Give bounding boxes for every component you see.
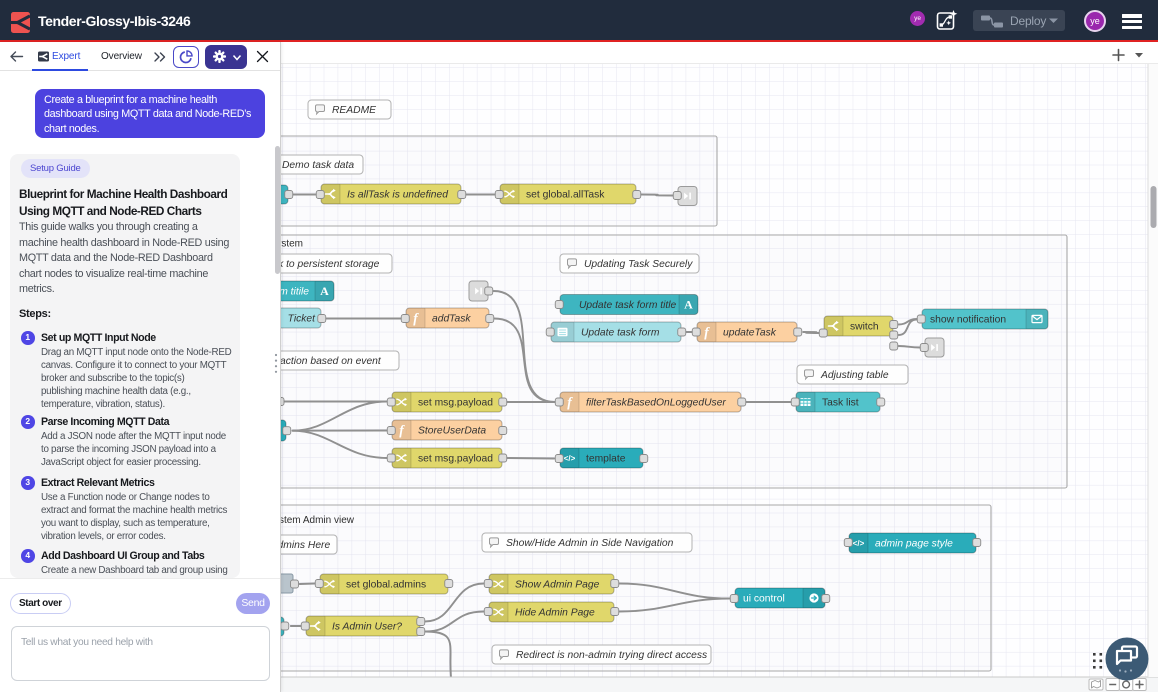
svg-text:Show/Hide Admin in Side Naviga: Show/Hide Admin in Side Navigation [506,538,674,549]
svg-text:Hide Admin Page: Hide Admin Page [515,608,595,619]
svg-text:set msg.payload: set msg.payload [418,398,493,409]
svg-text:Updating Task Securely: Updating Task Securely [584,259,693,270]
svg-text:Task list: Task list [822,398,859,409]
svg-text:Demo task data: Demo task data [282,160,354,171]
svg-text:Is Admin User?: Is Admin User? [332,622,402,633]
svg-text:addTask: addTask [432,314,471,325]
svg-text:action based on event: action based on event [280,356,382,367]
svg-text:admin page style: admin page style [875,539,953,550]
svg-text:show notification: show notification [930,315,1006,326]
svg-text:Redirect is non-admin trying d: Redirect is non-admin trying direct acce… [516,650,707,661]
svg-text:</>: </> [564,454,576,463]
svg-text:set global.allTask: set global.allTask [526,190,605,201]
svg-text:ui control: ui control [743,594,785,605]
svg-text:Adjusting table: Adjusting table [820,370,889,381]
svg-text:set global.admins: set global.admins [346,580,426,591]
svg-text:A: A [320,284,329,298]
svg-text:Is allTask is undefined: Is allTask is undefined [347,190,448,201]
svg-text:switch: switch [850,322,879,333]
svg-text:StoreUserData: StoreUserData [418,426,486,437]
svg-text:</>: </> [853,539,865,548]
svg-text:Update task form: Update task form [581,328,660,339]
svg-text:A: A [684,298,693,312]
svg-text:README: README [332,105,376,116]
svg-text:Show Admin Page: Show Admin Page [515,580,600,591]
svg-text:template: template [586,454,626,465]
svg-text:set msg.payload: set msg.payload [418,454,493,465]
svg-text:Update task form title: Update task form title [579,300,677,311]
svg-text:updateTask: updateTask [723,328,777,339]
svg-text:Ticket: Ticket [288,314,317,325]
svg-text:filterTaskBasedOnLoggedUser: filterTaskBasedOnLoggedUser [586,398,726,409]
